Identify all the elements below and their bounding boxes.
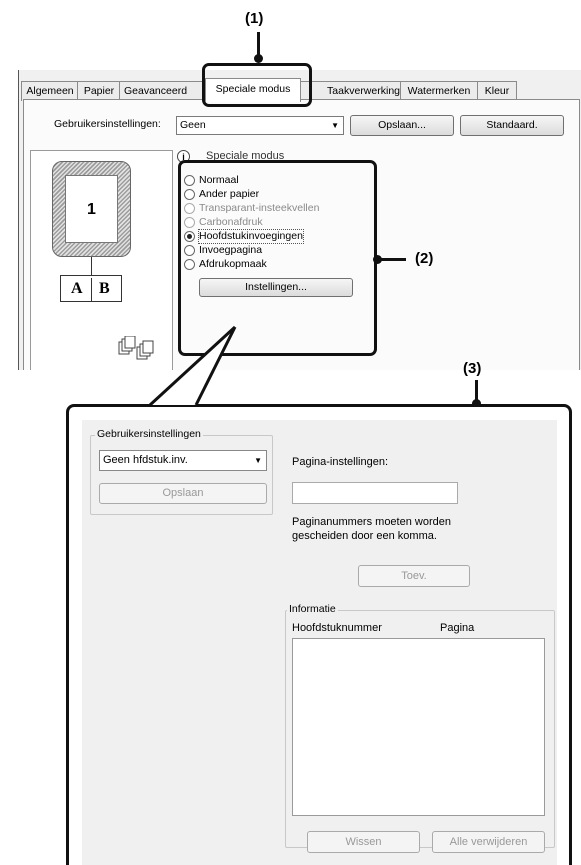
chapter-insert-settings-dialog: Gebruikersinstellingen Geen hfdstuk.inv.… [82,420,557,865]
delete-button[interactable]: Wissen [307,831,420,853]
chapter-save-button[interactable]: Opslaan [99,483,267,504]
page-settings-input[interactable] [292,482,458,504]
page-settings-label: Pagina-instellingen: [292,456,389,468]
user-settings-group-title: Gebruikersinstellingen [95,428,203,440]
column-header-page: Pagina [440,622,475,634]
hint-text-line-2: gescheiden door een komma. [292,530,437,542]
add-button[interactable]: Toev. [358,565,470,587]
chapter-user-settings-combo[interactable]: Geen hfdstuk.inv. ▼ [99,450,267,471]
hint-text-line-1: Paginanummers moeten worden [292,516,451,528]
chevron-down-icon: ▼ [254,456,262,465]
column-header-chapter: Hoofdstuknummer [292,622,382,634]
tab-speciale-modus[interactable]: Speciale modus [205,78,301,102]
chapter-list[interactable] [292,638,545,816]
information-group-title: Informatie [287,603,338,615]
chapter-combo-value: Geen hfdstuk.inv. [103,454,188,466]
delete-all-button[interactable]: Alle verwijderen [432,831,545,853]
